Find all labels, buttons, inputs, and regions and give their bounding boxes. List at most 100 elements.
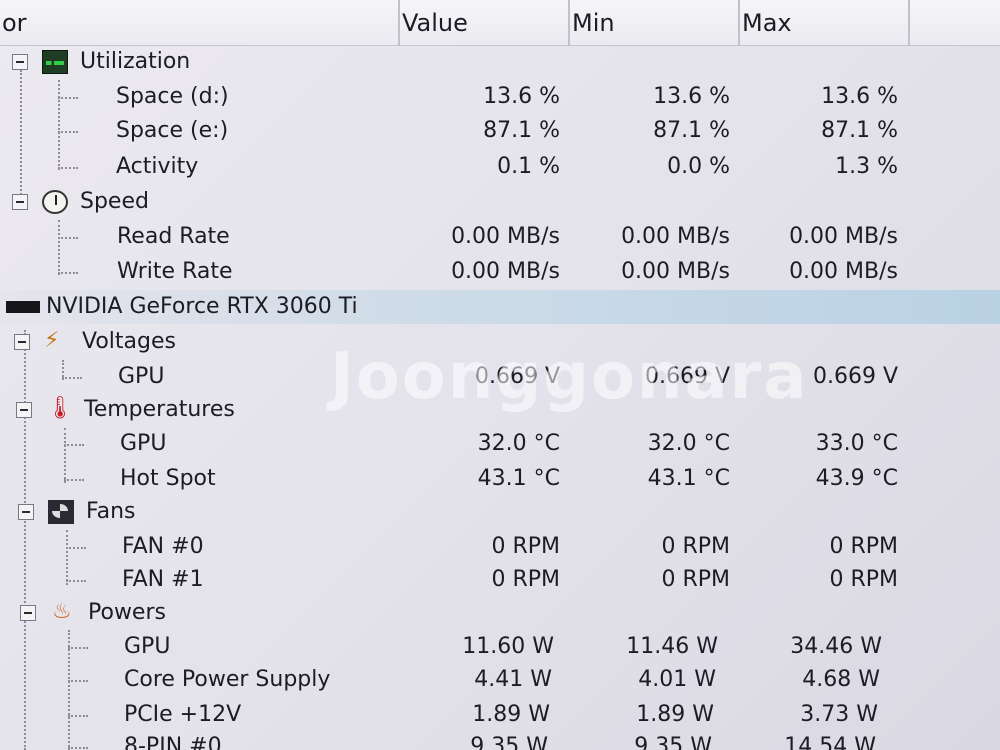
- value-cell: 43.1 °C: [477, 466, 560, 491]
- sensor-row[interactable]: GPU 0.669 V 0.669 V 0.669 V: [0, 360, 1000, 394]
- value-cell: 1.89 W: [472, 702, 550, 727]
- tree-branch: [64, 444, 84, 446]
- min-column-header[interactable]: Min: [570, 0, 740, 46]
- tree-branch: [58, 97, 78, 99]
- tree-branch: [68, 747, 88, 749]
- min-cell: 0.00 MB/s: [621, 224, 730, 249]
- sensor-label: Activity: [116, 154, 199, 179]
- group-row-powers[interactable]: ♨ Powers: [0, 596, 1000, 630]
- min-cell: 13.6 %: [653, 84, 730, 109]
- value-cell: 0.669 V: [474, 364, 560, 389]
- collapse-icon[interactable]: [18, 504, 34, 520]
- value-column-header[interactable]: Value: [400, 0, 570, 46]
- group-label: Utilization: [80, 49, 191, 74]
- sensor-row[interactable]: 8-PIN #0 9.35 W 9.35 W 14.54 W: [0, 730, 1000, 750]
- sensor-label: GPU: [118, 364, 165, 389]
- value-cell: 4.41 W: [474, 667, 552, 692]
- value-cell: 11.60 W: [462, 634, 554, 659]
- group-row-temperatures[interactable]: 🌡 Temperatures: [0, 393, 1000, 427]
- sensor-column-header[interactable]: or: [0, 0, 400, 46]
- value-cell: 13.6 %: [483, 84, 560, 109]
- value-cell: 9.35 W: [470, 734, 548, 750]
- sensor-row[interactable]: GPU 32.0 °C 32.0 °C 33.0 °C: [0, 427, 1000, 461]
- min-cell: 0.0 %: [667, 154, 730, 179]
- tree-branch: [58, 237, 78, 239]
- group-label: Fans: [86, 499, 136, 524]
- sensor-label: GPU: [120, 431, 167, 456]
- min-cell: 0.669 V: [644, 364, 730, 389]
- sensor-label: PCIe +12V: [124, 702, 242, 727]
- min-cell: 43.1 °C: [647, 466, 730, 491]
- value-cell: 87.1 %: [483, 118, 560, 143]
- device-row-gpu[interactable]: NVIDIA GeForce RTX 3060 Ti: [0, 290, 1000, 324]
- max-cell: 4.68 W: [802, 667, 880, 692]
- collapse-icon[interactable]: [14, 334, 30, 350]
- gpu-card-icon: [6, 301, 40, 313]
- group-label: Powers: [88, 600, 166, 625]
- collapse-icon[interactable]: [16, 402, 32, 418]
- sensor-row[interactable]: FAN #0 0 RPM 0 RPM 0 RPM: [0, 530, 1000, 564]
- speedometer-icon: [42, 190, 68, 214]
- thermometer-icon: 🌡: [46, 396, 74, 421]
- max-cell: 0.669 V: [812, 364, 898, 389]
- value-cell: 0.00 MB/s: [451, 224, 560, 249]
- sensor-row[interactable]: PCIe +12V 1.89 W 1.89 W 3.73 W: [0, 698, 1000, 732]
- min-cell: 0.00 MB/s: [621, 259, 730, 284]
- value-cell: 0.00 MB/s: [451, 259, 560, 284]
- group-row-voltages[interactable]: ⚡ Voltages: [0, 325, 1000, 359]
- max-cell: 0.00 MB/s: [789, 259, 898, 284]
- sensor-row[interactable]: Activity 0.1 % 0.0 % 1.3 %: [0, 150, 1000, 184]
- sensor-label: Read Rate: [117, 224, 230, 249]
- max-cell: 1.3 %: [835, 154, 898, 179]
- sensor-label: Hot Spot: [120, 466, 216, 491]
- min-cell: 11.46 W: [626, 634, 718, 659]
- value-cell: 32.0 °C: [477, 431, 560, 456]
- group-label: Speed: [80, 189, 149, 214]
- group-row-fans[interactable]: Fans: [0, 495, 1000, 529]
- sensor-label: 8-PIN #0: [124, 734, 222, 750]
- min-cell: 1.89 W: [636, 702, 714, 727]
- sensor-row[interactable]: Write Rate 0.00 MB/s 0.00 MB/s 0.00 MB/s: [0, 255, 1000, 289]
- power-flame-icon: ♨: [52, 599, 72, 624]
- group-label: Temperatures: [84, 397, 235, 422]
- min-cell: 0 RPM: [661, 534, 730, 559]
- sensor-row[interactable]: Hot Spot 43.1 °C 43.1 °C 43.9 °C: [0, 462, 1000, 496]
- max-cell: 14.54 W: [784, 734, 876, 750]
- sensor-row[interactable]: Space (d:) 13.6 % 13.6 % 13.6 %: [0, 80, 1000, 114]
- collapse-icon[interactable]: [12, 54, 28, 70]
- collapse-icon[interactable]: [20, 605, 36, 621]
- tree-branch: [58, 167, 78, 169]
- device-label: NVIDIA GeForce RTX 3060 Ti: [46, 294, 358, 319]
- sensor-row[interactable]: FAN #1 0 RPM 0 RPM 0 RPM: [0, 563, 1000, 597]
- sensor-row[interactable]: Core Power Supply 4.41 W 4.01 W 4.68 W: [0, 663, 1000, 697]
- collapse-icon[interactable]: [12, 194, 28, 210]
- tree-branch: [62, 377, 82, 379]
- sensor-row[interactable]: Read Rate 0.00 MB/s 0.00 MB/s 0.00 MB/s: [0, 220, 1000, 254]
- sensor-row[interactable]: GPU 11.60 W 11.46 W 34.46 W: [0, 630, 1000, 664]
- group-row-speed[interactable]: Speed: [0, 185, 1000, 219]
- max-cell: 13.6 %: [821, 84, 898, 109]
- utilization-icon: [42, 50, 68, 74]
- sensor-label: Core Power Supply: [124, 667, 331, 692]
- max-cell: 87.1 %: [821, 118, 898, 143]
- sensor-row[interactable]: Space (e:) 87.1 % 87.1 % 87.1 %: [0, 114, 1000, 148]
- group-label: Voltages: [82, 329, 176, 354]
- sensor-label: Space (d:): [116, 84, 229, 109]
- tree-branch: [66, 547, 86, 549]
- value-cell: 0 RPM: [491, 534, 560, 559]
- min-cell: 9.35 W: [634, 734, 712, 750]
- sensor-label: Space (e:): [116, 118, 229, 143]
- max-cell: 0 RPM: [829, 567, 898, 592]
- value-cell: 0.1 %: [497, 154, 560, 179]
- min-cell: 4.01 W: [638, 667, 716, 692]
- tree-branch: [66, 580, 86, 582]
- group-row-utilization[interactable]: Utilization: [0, 45, 1000, 79]
- tree-branch: [68, 715, 88, 717]
- voltage-icon: ⚡: [44, 328, 60, 353]
- max-cell: 43.9 °C: [815, 466, 898, 491]
- max-column-header[interactable]: Max: [740, 0, 910, 46]
- max-cell: 0.00 MB/s: [789, 224, 898, 249]
- column-header: or Value Min Max: [0, 0, 1000, 46]
- min-cell: 0 RPM: [661, 567, 730, 592]
- sensor-label: FAN #1: [122, 567, 204, 592]
